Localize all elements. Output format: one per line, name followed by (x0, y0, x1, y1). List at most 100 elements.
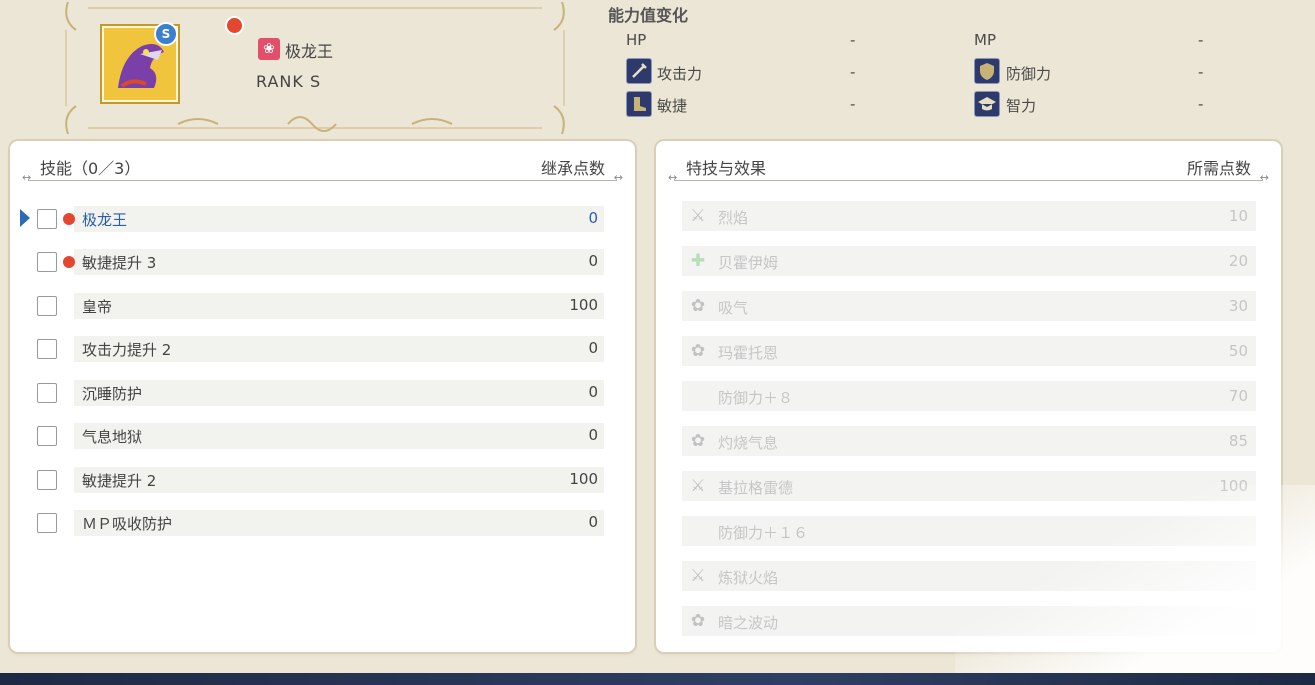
scholar-hat-icon (974, 91, 1000, 117)
skill-name: 沉睡防护 (82, 385, 143, 403)
monster-name: 极龙王 (285, 42, 334, 61)
breath-icon: ✿ (690, 431, 706, 451)
skill-bar: 敏捷提升 3 0 (74, 249, 604, 275)
skill-row-5[interactable]: 气息地狱 0 (10, 423, 635, 449)
selection-cursor-icon (20, 209, 30, 227)
sword-icon: ⚔ (690, 476, 706, 496)
heal-cross-icon: ✚ (690, 251, 706, 271)
stat-label: MP (974, 31, 996, 49)
bottom-bar (0, 673, 1315, 685)
skill-bar: 敏捷提升 2 100 (74, 467, 604, 493)
effect-name: 吸气 (718, 299, 749, 317)
skill-bar: ＭＰ吸收防护 0 (74, 510, 604, 536)
effect-row-0[interactable]: ⚔ 烈焰 10 (682, 201, 1256, 231)
new-indicator-dot (225, 16, 244, 35)
skill-row-1[interactable]: 敏捷提升 3 0 (10, 249, 635, 275)
effect-name: 基拉格雷德 (718, 479, 794, 497)
skill-checkbox[interactable] (37, 383, 57, 403)
skills-panel-header: 技能（0／3） 继承点数 (10, 155, 635, 179)
shield-icon (974, 58, 1000, 84)
skill-bar: 攻击力提升 2 0 (74, 336, 604, 362)
effect-name: 贝霍伊姆 (718, 254, 779, 272)
skill-checkbox[interactable] (37, 252, 57, 272)
effects-panel: 特技与效果 所需点数 ⚔ 烈焰 10 ✚ 贝霍伊姆 20 ✿ 吸气 30 ✿ 玛… (656, 141, 1281, 652)
stat-value: - (1198, 63, 1204, 81)
skills-panel: 技能（0／3） 继承点数 极龙王 0 敏捷提升 3 0 皇帝 100 攻击力提升… (10, 141, 635, 652)
skill-checkbox[interactable] (37, 209, 57, 229)
skill-name: 极龙王 (82, 211, 128, 229)
dragon-family-icon: ❀ (258, 38, 280, 60)
effect-row-1[interactable]: ✚ 贝霍伊姆 20 (682, 246, 1256, 276)
monster-rank: RANK S (256, 72, 322, 91)
skill-points: 0 (588, 426, 598, 444)
skill-bar: 沉睡防护 0 (74, 380, 604, 406)
breath-icon: ✿ (690, 611, 706, 631)
skill-bar: 极龙王 0 (74, 206, 604, 232)
effect-name: 炼狱火焰 (718, 569, 779, 587)
skill-row-4[interactable]: 沉睡防护 0 (10, 380, 635, 406)
effect-name: 暗之波动 (718, 614, 779, 632)
stat-value: - (850, 95, 856, 113)
skill-checkbox[interactable] (37, 513, 57, 533)
header-divider (668, 171, 1269, 184)
effect-name: 防御力＋１６ (718, 524, 809, 542)
effect-row-5[interactable]: ✿ 灼烧气息 85 (682, 426, 1256, 456)
sword-icon: ⚔ (690, 566, 706, 586)
skill-name: 气息地狱 (82, 428, 143, 446)
skill-points: 0 (588, 513, 598, 531)
skill-points: 0 (588, 383, 598, 401)
stat-mp: MP - (974, 31, 1203, 49)
skill-row-3[interactable]: 攻击力提升 2 0 (10, 336, 635, 362)
skill-checkbox[interactable] (37, 339, 57, 359)
breath-icon: ✿ (690, 296, 706, 316)
effect-points: 10 (1228, 207, 1248, 225)
skill-points: 0 (588, 209, 598, 227)
skill-bar: 气息地狱 0 (74, 423, 604, 449)
stat-value: - (850, 63, 856, 81)
skill-points: 100 (569, 470, 598, 488)
inherit-points-header: 继承点数 (540, 159, 605, 178)
effect-name: 烈焰 (718, 209, 749, 227)
effect-points: 20 (1228, 252, 1248, 270)
skill-row-0[interactable]: 极龙王 0 (10, 206, 635, 232)
effect-name: 防御力＋８ (718, 389, 794, 407)
effect-points: 70 (1228, 387, 1248, 405)
effect-row-7[interactable]: 防御力＋１６ (682, 516, 1256, 546)
effect-row-6[interactable]: ⚔ 基拉格雷德 100 (682, 471, 1256, 501)
effects-panel-header: 特技与效果 所需点数 (656, 155, 1281, 179)
skill-bar: 皇帝 100 (74, 293, 604, 319)
skill-name: 敏捷提升 3 (82, 254, 157, 272)
header-divider (22, 171, 623, 184)
stats-title: 能力值变化 (608, 6, 689, 25)
skill-checkbox[interactable] (37, 470, 57, 490)
skill-row-7[interactable]: ＭＰ吸收防护 0 (10, 510, 635, 536)
effect-row-9[interactable]: ✿ 暗之波动 (682, 606, 1256, 636)
boot-icon (626, 91, 652, 117)
stat-agility: 敏捷 - (657, 95, 855, 116)
stat-defense: 防御力 - (1006, 63, 1203, 84)
effect-row-3[interactable]: ✿ 玛霍托恩 50 (682, 336, 1256, 366)
stat-label: HP (626, 31, 647, 49)
skill-row-6[interactable]: 敏捷提升 2 100 (10, 467, 635, 493)
sword-icon: ⚔ (690, 206, 706, 226)
skill-name: 皇帝 (82, 298, 113, 316)
stat-intelligence: 智力 - (1006, 95, 1203, 116)
sword-icon (626, 58, 652, 84)
skill-row-2[interactable]: 皇帝 100 (10, 293, 635, 319)
effect-name: 灼烧气息 (718, 434, 779, 452)
skill-points: 100 (569, 296, 598, 314)
new-skill-dot (63, 256, 75, 268)
skill-name: ＭＰ吸收防护 (82, 515, 173, 533)
monster-card: S ❀ 极龙王 RANK S (58, 0, 572, 136)
effect-points: 30 (1228, 297, 1248, 315)
effect-row-4[interactable]: 防御力＋８ 70 (682, 381, 1256, 411)
stat-attack: 攻击力 - (657, 63, 855, 84)
rank-badge: S (154, 22, 178, 46)
skill-points: 0 (588, 252, 598, 270)
skill-checkbox[interactable] (37, 426, 57, 446)
effect-points: 85 (1228, 432, 1248, 450)
effect-row-8[interactable]: ⚔ 炼狱火焰 (682, 561, 1256, 591)
effect-row-2[interactable]: ✿ 吸气 30 (682, 291, 1256, 321)
skill-name: 攻击力提升 2 (82, 341, 172, 359)
skill-checkbox[interactable] (37, 296, 57, 316)
